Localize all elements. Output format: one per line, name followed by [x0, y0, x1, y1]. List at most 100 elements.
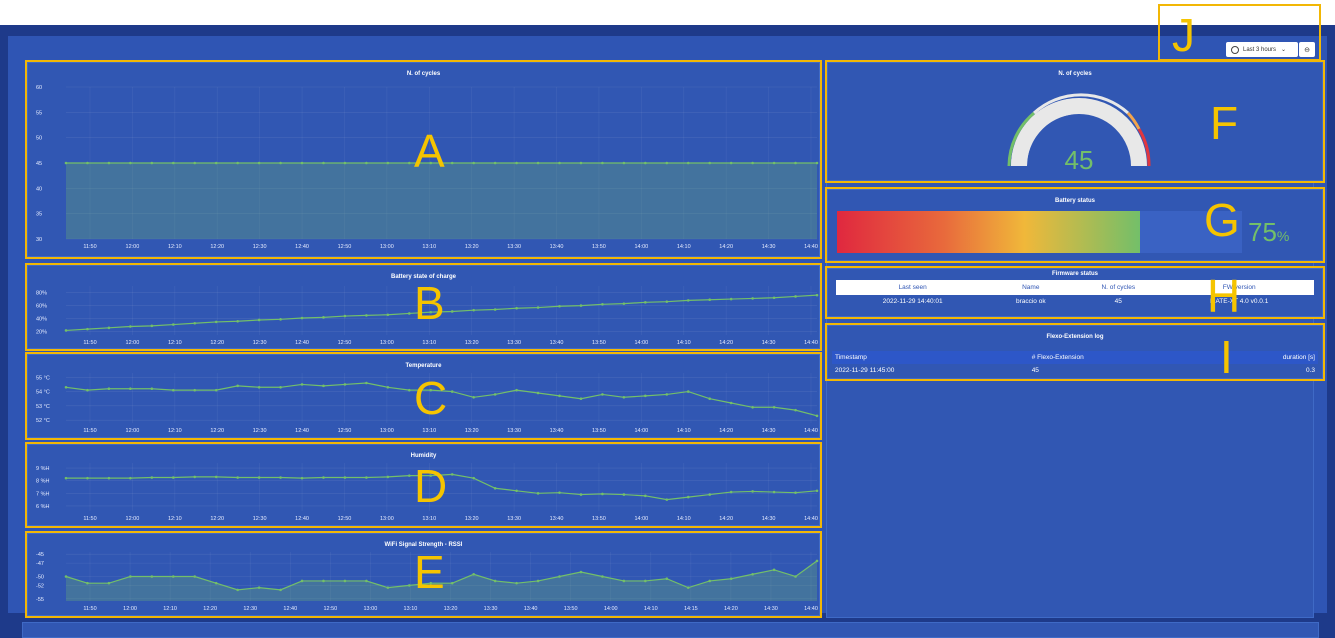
table-cell: braccio ok: [1015, 298, 1046, 305]
column-header[interactable]: N. of cycles: [1072, 280, 1164, 295]
data-point: [150, 161, 154, 165]
data-point: [622, 395, 626, 399]
y-tick-label: 8 %H: [36, 479, 49, 485]
x-tick-label: 14:10: [677, 244, 691, 250]
column-header[interactable]: # Flexo-Extension: [1029, 351, 1204, 364]
data-point: [193, 161, 197, 165]
data-point: [257, 586, 261, 589]
data-point: [193, 321, 197, 325]
x-tick-label: 13:20: [465, 340, 479, 346]
x-tick-label: 13:10: [422, 428, 436, 434]
flexo-extension-log-panel: Flexo-Extension log Timestamp # Flexo-Ext…: [827, 325, 1323, 379]
data-point: [300, 161, 304, 165]
data-point: [279, 318, 282, 321]
data-point: [365, 579, 368, 583]
data-point: [665, 498, 669, 501]
x-tick-label: 13:50: [592, 516, 606, 522]
y-tick-label: 50: [36, 136, 42, 142]
x-tick-label: 14:20: [719, 428, 733, 434]
data-point: [150, 476, 154, 479]
data-point: [686, 299, 690, 302]
column-header[interactable]: Timestamp: [832, 351, 1029, 364]
data-point: [665, 300, 669, 303]
x-tick-label: 14:20: [719, 340, 733, 346]
data-point: [794, 295, 797, 298]
data-point: [751, 161, 754, 165]
annotation-letter-a: A: [414, 125, 445, 177]
y-tick-label: 55: [36, 110, 42, 116]
data-point: [300, 579, 304, 583]
x-tick-label: 12:10: [163, 606, 177, 612]
data-point: [322, 579, 325, 583]
data-point: [450, 310, 454, 313]
table-cell: 45: [1031, 367, 1039, 374]
time-range-picker[interactable]: Last 3 hours ⌄: [1226, 42, 1298, 57]
data-point: [579, 397, 583, 401]
data-point: [171, 323, 175, 326]
data-point: [279, 161, 282, 165]
data-point: [579, 493, 583, 496]
x-tick-label: 13:20: [465, 516, 479, 522]
annotation-letter-d: D: [414, 460, 448, 512]
x-tick-label: 13:40: [550, 340, 564, 346]
data-point: [64, 329, 68, 332]
data-point: [708, 161, 712, 165]
data-point: [472, 308, 475, 312]
zoom-out-button[interactable]: ⊖: [1299, 42, 1315, 57]
data-point: [772, 568, 776, 572]
cycles-gauge-panel: N. of cycles 45: [827, 62, 1323, 181]
x-tick-label: 14:00: [634, 428, 648, 434]
data-point: [279, 385, 282, 389]
x-tick-label: 14:00: [634, 244, 648, 250]
column-header[interactable]: Name: [989, 280, 1072, 295]
y-tick-label: 9 %H: [36, 466, 49, 472]
x-tick-label: 12:50: [323, 606, 337, 612]
data-point: [579, 161, 583, 165]
cycles-gauge: 45: [1007, 93, 1151, 175]
data-point: [493, 579, 497, 583]
data-point: [343, 476, 347, 479]
x-tick-label: 12:20: [210, 340, 224, 346]
data-point: [236, 476, 239, 479]
data-point: [193, 388, 197, 392]
data-point: [150, 387, 154, 391]
x-tick-label: 12:20: [203, 606, 217, 612]
data-point: [622, 579, 626, 583]
table-header-row: Timestamp # Flexo-Extension duration [s]: [832, 351, 1318, 364]
data-point: [708, 493, 712, 496]
annotation-letter-h: H: [1207, 270, 1241, 322]
data-point: [386, 313, 390, 317]
x-tick-label: 14:30: [764, 606, 778, 612]
time-range-label: Last 3 hours: [1243, 46, 1277, 53]
data-point: [386, 475, 390, 479]
y-tick-label: 40%: [36, 317, 47, 323]
data-point: [686, 495, 690, 499]
x-tick-label: 12:40: [295, 428, 309, 434]
x-tick-label: 13:00: [380, 516, 394, 522]
data-point: [214, 388, 218, 392]
x-tick-label: 13:40: [550, 244, 564, 250]
data-point: [815, 489, 819, 493]
data-point: [622, 493, 626, 496]
data-point: [408, 474, 411, 477]
x-tick-label: 14:30: [762, 340, 776, 346]
x-tick-label: 13:00: [380, 244, 394, 250]
data-point: [236, 319, 239, 323]
data-point: [322, 476, 325, 479]
data-point: [815, 559, 819, 563]
data-point: [472, 395, 475, 399]
x-tick-label: 12:10: [168, 244, 182, 250]
annotation-letter-c: C: [414, 372, 448, 424]
x-tick-label: 12:30: [253, 244, 267, 250]
y-tick-label: 54 °C: [36, 390, 50, 396]
data-point: [408, 312, 411, 315]
data-point: [472, 476, 475, 480]
y-tick-label: -52: [36, 583, 44, 589]
column-header[interactable]: Last seen: [836, 280, 989, 295]
battery-value: 75%: [1248, 217, 1289, 248]
data-point: [257, 476, 261, 479]
data-point: [622, 161, 626, 165]
x-tick-label: 14:20: [719, 244, 733, 250]
data-point: [815, 161, 819, 165]
data-point: [343, 383, 347, 386]
